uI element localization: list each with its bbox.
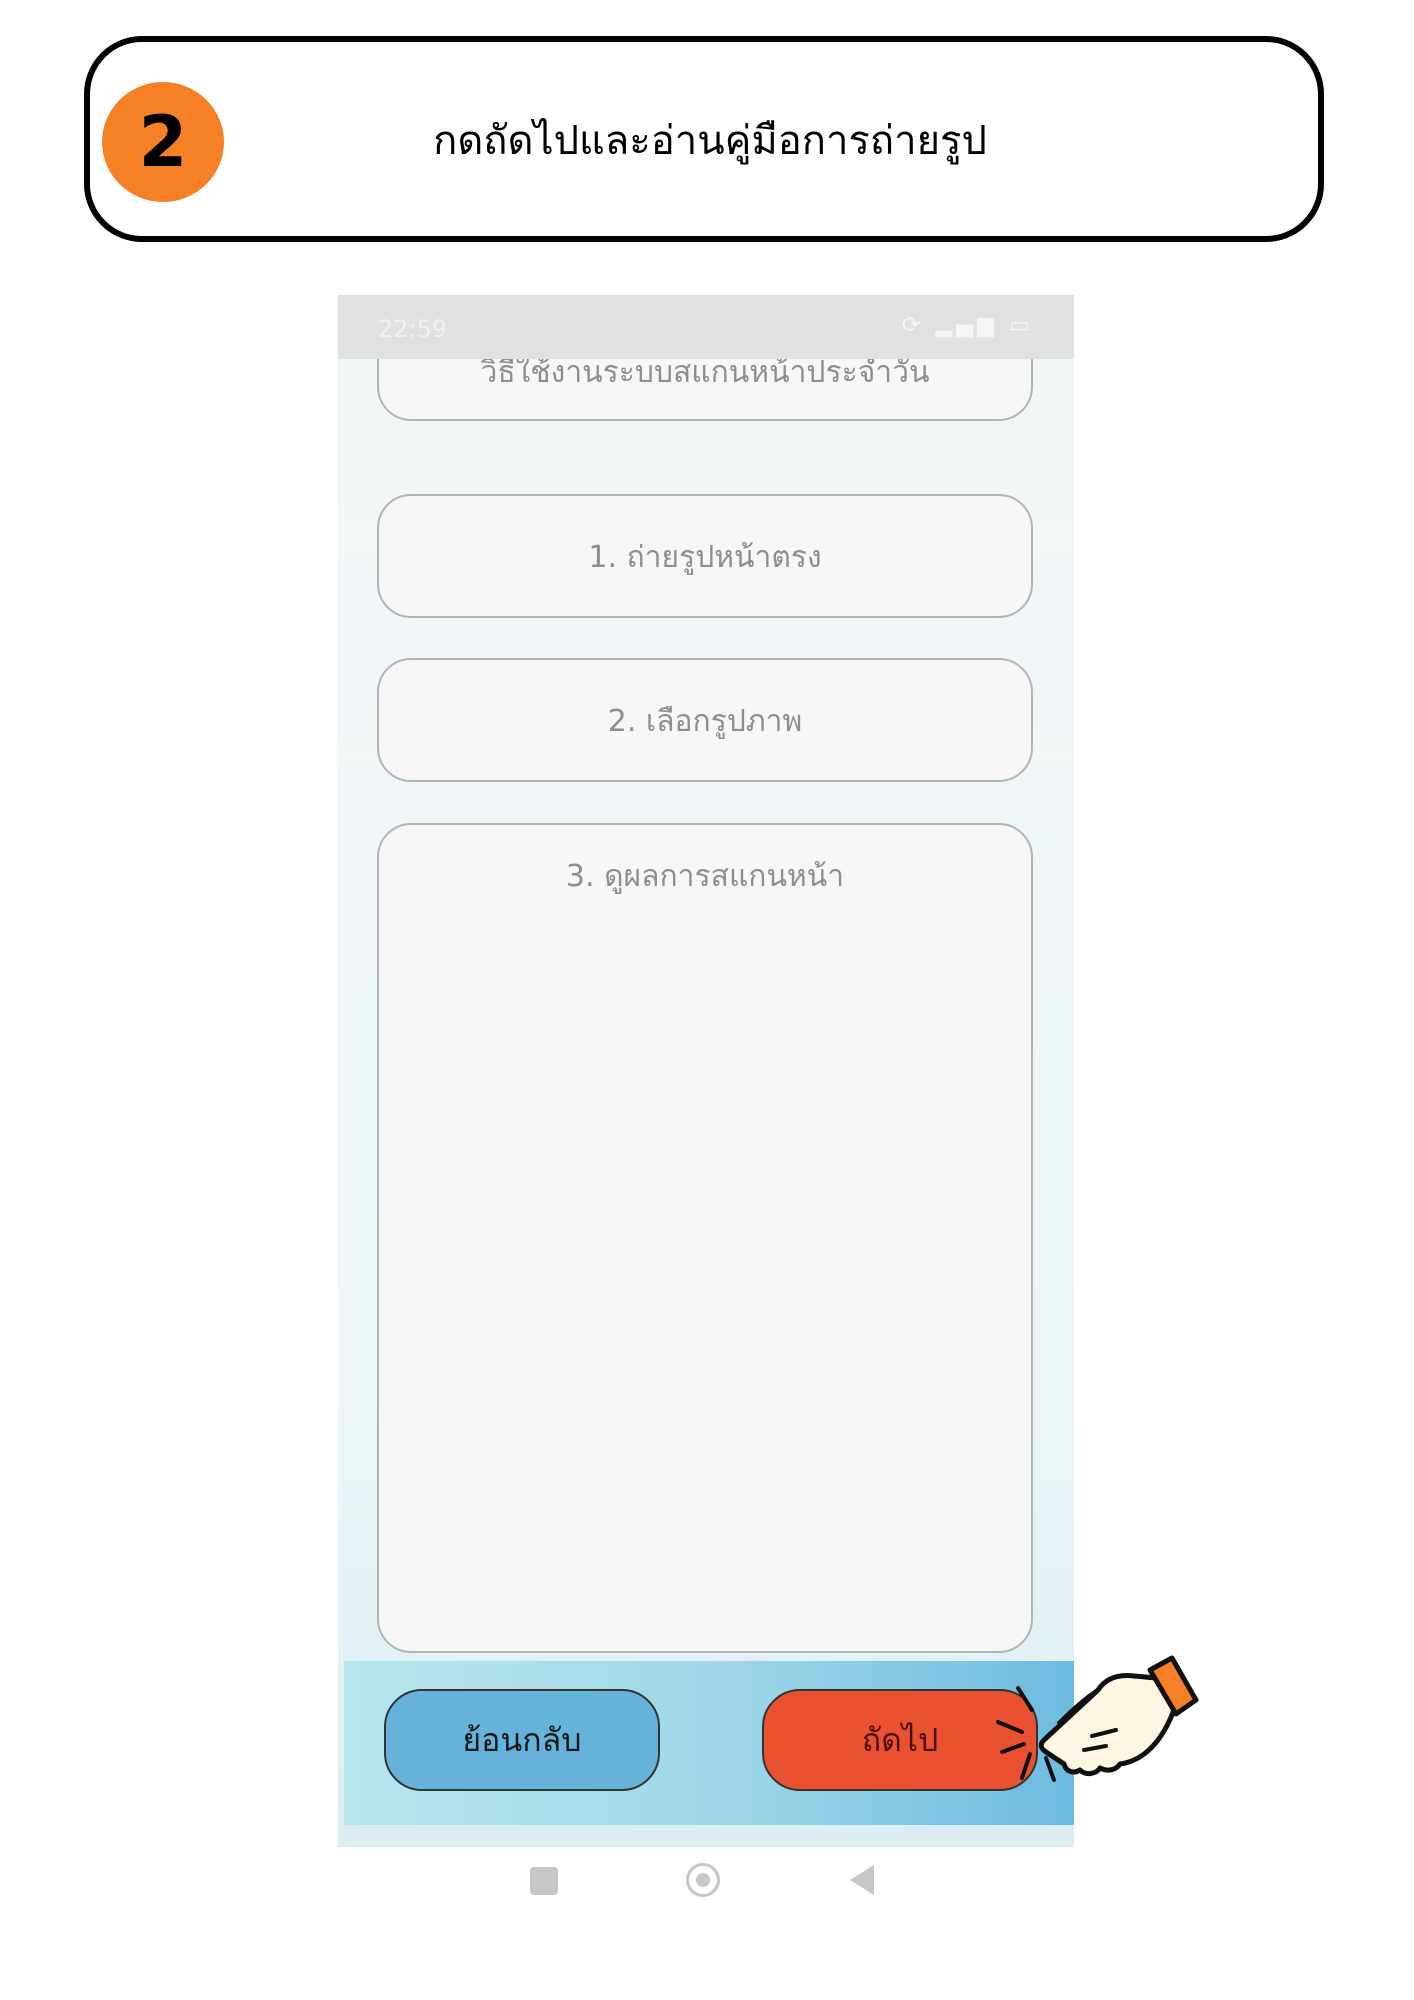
recent-apps-icon[interactable] — [530, 1867, 558, 1895]
home-icon[interactable] — [686, 1863, 720, 1897]
step-number-badge: 2 — [102, 82, 224, 202]
status-time: 22:59 — [378, 315, 448, 343]
navigation-bar — [338, 1847, 1074, 1927]
guide-step-1[interactable]: 1. ถ่ายรูปหน้าตรง — [377, 494, 1033, 618]
step-title: กดถัดไปและอ่านคู่มือการถ่ายรูป — [433, 118, 987, 164]
signal-icon: ▂▄▆ — [935, 313, 999, 338]
sync-icon: ⟳ — [902, 313, 925, 338]
tap-burst-icon — [996, 1686, 1056, 1782]
guide-step-2[interactable]: 2. เลือกรูปภาพ — [377, 658, 1033, 782]
pointing-hand-icon — [996, 1655, 1199, 1782]
status-bar: 22:59 ⟳ ▂▄▆ ▭ — [338, 295, 1074, 359]
back-button[interactable]: ย้อนกลับ — [384, 1689, 660, 1791]
status-icons: ⟳ ▂▄▆ ▭ — [902, 313, 1034, 338]
battery-icon: ▭ — [1009, 313, 1034, 338]
back-nav-icon[interactable] — [850, 1865, 874, 1895]
phone-screen: วิธีใช้งานระบบสแกนหน้าประจำวัน 22:59 ⟳ ▂… — [338, 295, 1074, 1847]
guide-step-3[interactable]: 3. ดูผลการสแกนหน้า — [377, 823, 1033, 1653]
action-bar: ย้อนกลับ ถัดไป — [344, 1661, 1074, 1825]
